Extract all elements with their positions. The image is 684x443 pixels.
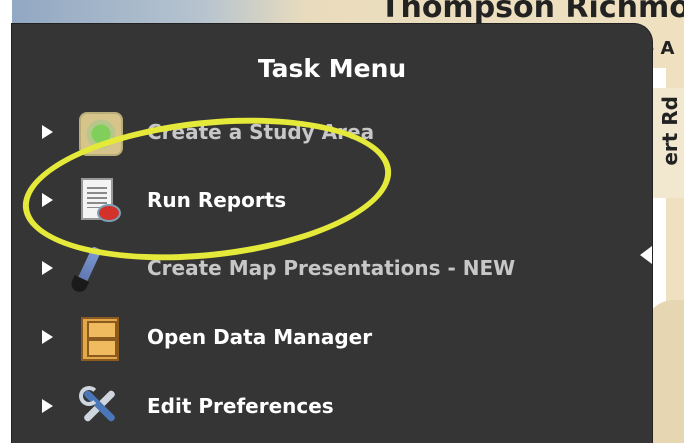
window-edge (0, 0, 12, 443)
expand-arrow-icon[interactable] (42, 330, 53, 344)
expand-arrow-icon[interactable] (42, 125, 53, 139)
collapse-panel-icon[interactable] (640, 246, 652, 264)
task-label: Create Map Presentations - NEW (147, 256, 516, 280)
task-menu-panel: Task Menu Create a Study Area Run Report… (12, 24, 652, 443)
task-label: Edit Preferences (147, 394, 334, 418)
study-area-icon (75, 108, 123, 156)
paintbrush-icon (74, 244, 123, 292)
task-create-map-presentations[interactable]: Create Map Presentations - NEW (12, 238, 612, 298)
task-create-study-area[interactable]: Create a Study Area (12, 102, 612, 162)
map-road-label: ert Rd (658, 96, 682, 166)
task-label: Run Reports (147, 188, 287, 212)
expand-arrow-icon[interactable] (42, 193, 53, 207)
task-label: Open Data Manager (147, 325, 373, 349)
task-run-reports[interactable]: Run Reports (12, 170, 612, 230)
panel-title: Task Menu (257, 54, 407, 83)
task-edit-preferences[interactable]: Edit Preferences (12, 376, 612, 436)
task-open-data-manager[interactable]: Open Data Manager (12, 307, 612, 367)
report-icon (75, 176, 123, 224)
expand-arrow-icon[interactable] (42, 399, 53, 413)
file-cabinet-icon (75, 313, 123, 361)
map-place-label: Thompson Richmo (380, 0, 684, 25)
expand-arrow-icon[interactable] (42, 261, 53, 275)
tools-icon (75, 382, 123, 430)
map-road-strip: ert Rd (651, 88, 684, 198)
task-label: Create a Study Area (147, 120, 375, 144)
